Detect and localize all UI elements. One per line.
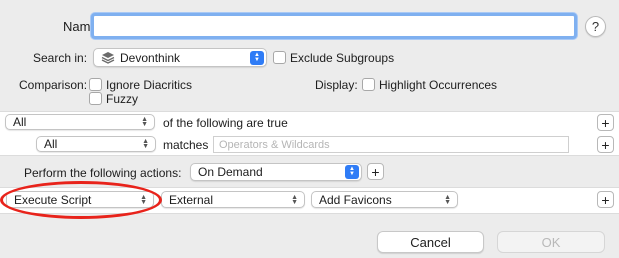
popup-arrows-icon: ▲ ▼ bbox=[142, 138, 149, 150]
plus-icon: + bbox=[601, 136, 610, 153]
ignore-diacritics-label: Ignore Diacritics bbox=[106, 78, 193, 92]
plus-icon: + bbox=[601, 191, 610, 208]
script-type-value: External bbox=[169, 192, 214, 207]
search-in-label: Search in: bbox=[33, 51, 88, 65]
add-trigger-button[interactable]: + bbox=[367, 163, 384, 180]
trigger-popup[interactable]: On Demand ▲ ▼ bbox=[190, 163, 362, 181]
action-type-value: Execute Script bbox=[14, 192, 92, 207]
popup-arrows-icon: ▲ ▼ bbox=[291, 193, 298, 206]
conditions-suffix-label: of the following are true bbox=[163, 116, 288, 130]
exclude-subgroups-checkbox[interactable] bbox=[273, 51, 286, 64]
popup-arrows-icon: ▲ ▼ bbox=[444, 193, 451, 206]
add-subcondition-button[interactable]: + bbox=[597, 136, 614, 153]
ok-button[interactable]: OK bbox=[497, 231, 605, 253]
ignore-diacritics-checkbox[interactable] bbox=[89, 78, 102, 91]
trigger-value: On Demand bbox=[198, 165, 263, 179]
add-action-button[interactable]: + bbox=[597, 191, 614, 208]
fuzzy-checkbox[interactable] bbox=[89, 92, 102, 105]
add-condition-button[interactable]: + bbox=[597, 114, 614, 131]
cancel-button[interactable]: Cancel bbox=[377, 231, 484, 253]
exclude-subgroups-label: Exclude Subgroups bbox=[290, 51, 395, 65]
actions-label: Perform the following actions: bbox=[24, 166, 182, 180]
script-value: Add Favicons bbox=[319, 192, 392, 207]
help-button[interactable]: ? bbox=[585, 16, 606, 37]
help-icon: ? bbox=[591, 19, 600, 34]
search-in-value: Devonthink bbox=[120, 50, 181, 65]
highlight-occurrences-checkbox[interactable] bbox=[362, 78, 375, 91]
match-type-popup[interactable]: All ▲ ▼ bbox=[5, 114, 155, 130]
plus-icon: + bbox=[601, 114, 610, 131]
script-popup[interactable]: Add Favicons ▲ ▼ bbox=[311, 191, 458, 208]
action-type-popup[interactable]: Execute Script ▲ ▼ bbox=[6, 191, 154, 208]
comparison-label: Comparison: bbox=[19, 78, 88, 92]
plus-icon: + bbox=[371, 163, 380, 180]
database-stack-icon bbox=[101, 51, 115, 64]
display-label: Display: bbox=[315, 78, 358, 92]
search-in-popup[interactable]: Devonthink ▲ ▼ bbox=[93, 48, 267, 67]
script-type-popup[interactable]: External ▲ ▼ bbox=[161, 191, 305, 208]
name-input[interactable] bbox=[91, 13, 577, 39]
popup-arrows-icon: ▲ ▼ bbox=[140, 193, 147, 206]
fuzzy-label: Fuzzy bbox=[106, 92, 139, 106]
popup-arrows-icon: ▲ ▼ bbox=[250, 50, 264, 65]
condition-value-placeholder: Operators & Wildcards bbox=[219, 138, 330, 151]
condition-field-popup[interactable]: All ▲ ▼ bbox=[36, 136, 156, 152]
popup-arrows-icon: ▲ ▼ bbox=[141, 116, 148, 128]
condition-field-value: All bbox=[44, 137, 58, 151]
condition-operator-label: matches bbox=[163, 138, 209, 152]
highlight-occurrences-label: Highlight Occurrences bbox=[379, 78, 498, 92]
match-type-value: All bbox=[13, 115, 27, 129]
condition-value-field[interactable]: Operators & Wildcards bbox=[213, 136, 569, 153]
popup-arrows-icon: ▲ ▼ bbox=[345, 165, 359, 179]
